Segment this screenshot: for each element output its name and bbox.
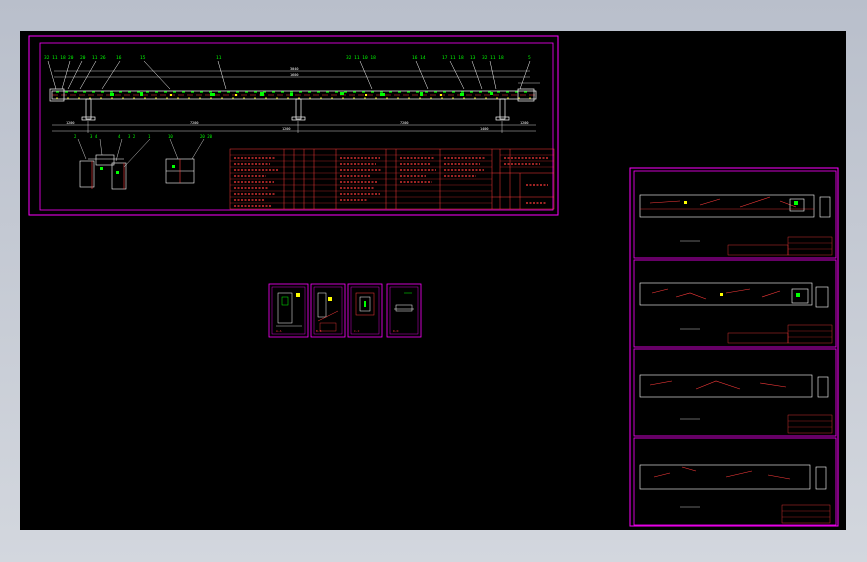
detail-thumbnails[interactable]: A-A B-B C-C D-D [268,283,422,338]
thumbnail-sheet[interactable]: D-D [386,283,422,338]
part-drawing-sheet[interactable] [633,170,837,259]
thumbnail-sheet[interactable]: A-A [268,283,309,338]
balloon-label: 32 11 18 [44,55,66,61]
balloon-label: 13 [470,55,476,61]
dim-label: 7200 [190,121,198,125]
balloon-label: 32 11 18 [482,55,504,61]
section-label: 10 [168,134,173,139]
balloon-label: 11 [216,55,222,61]
thumbnail-label: A-A [276,329,282,333]
cad-drawing[interactable]: 32 11 18 20 20 11 26 16 15 11 32 11 10 1… [20,31,846,530]
dim-label: 1400 [480,127,488,131]
dim-label: 1200 [520,121,528,125]
support-legs[interactable] [81,98,510,121]
right-sheets[interactable] [629,167,839,527]
thumbnail-label: D-D [393,329,399,333]
balloon-label: 5 [528,55,531,61]
section-label: 20 20 [200,134,213,139]
bottom-dimension-labels: 1200 7200 1200 7200 1400 1200 [66,121,528,131]
dim-label: 1200 [282,127,290,131]
section-label: 3 4 [90,134,98,139]
balloon-label: 32 11 10 18 [346,55,376,61]
part-drawing-sheet[interactable] [633,437,837,526]
section-label: 2 [74,134,77,139]
balloon-label: 17 11 18 [442,55,464,61]
dim-label: 1600 [290,73,298,77]
parts-list-text [234,157,548,207]
balloon-label: 20 [68,55,74,61]
dim-label: 1200 [66,121,74,125]
top-dimension-labels: 3040 1600 [290,67,298,77]
bottom-dimensions [52,121,536,133]
balloon-label: 15 [140,55,146,61]
parts-list-rows [230,154,554,204]
balloon-label: 20 [80,55,86,61]
balloon-label: 16 14 [412,55,426,61]
thumbnail-sheet[interactable]: B-B [310,283,346,338]
balloon-label: 11 26 [92,55,106,61]
part-drawing-sheet[interactable] [633,259,837,348]
dim-label: 7200 [400,121,408,125]
section-label: 3 2 [128,134,136,139]
dim-label: 3040 [290,67,298,71]
thumbnail-label: B-B [316,329,322,333]
main-sheet[interactable]: 32 11 18 20 20 11 26 16 15 11 32 11 10 1… [28,35,559,216]
thumbnail-sheet[interactable]: C-C [347,283,383,338]
balloon-label: 16 [116,55,122,61]
section-label: 4 [118,134,121,139]
balloon-labels: 32 11 18 20 20 11 26 16 15 11 32 11 10 1… [44,55,531,61]
section-views[interactable]: 2 3 4 4 3 2 1 10 20 20 [74,134,213,190]
section-label: 1 [148,134,151,139]
leader-lines [47,60,531,90]
part-drawing-sheet[interactable] [633,348,837,437]
thumbnail-label: C-C [354,329,360,333]
cad-model-space[interactable]: 32 11 18 20 20 11 26 16 15 11 32 11 10 1… [20,31,846,530]
